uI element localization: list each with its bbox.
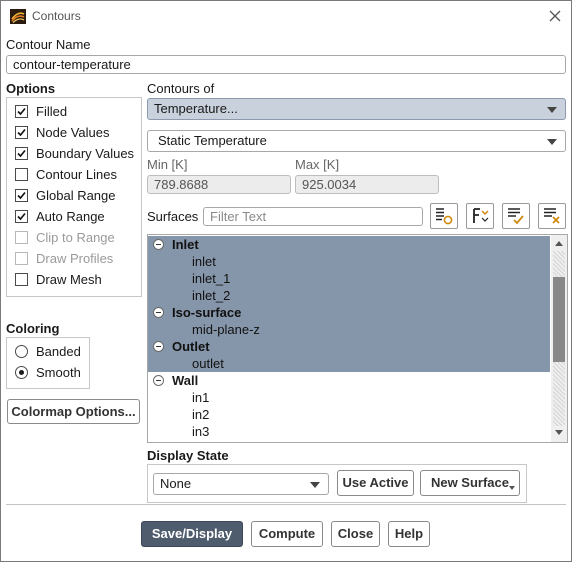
- title-bar: Contours: [1, 1, 571, 31]
- close-button[interactable]: Close: [331, 521, 380, 547]
- clip-to-range-label: Clip to Range: [36, 230, 115, 245]
- tree-item-in1[interactable]: in1: [148, 389, 550, 406]
- close-icon[interactable]: [547, 8, 563, 24]
- use-active-button[interactable]: Use Active: [337, 470, 414, 496]
- tree-group-iso-surface[interactable]: Iso-surface: [148, 304, 550, 321]
- colormap-options-button[interactable]: Colormap Options...: [7, 399, 140, 424]
- help-button[interactable]: Help: [388, 521, 430, 547]
- global-range-label: Global Range: [36, 188, 116, 203]
- deselect-all-icon[interactable]: [538, 203, 566, 229]
- banded-label: Banded: [36, 344, 81, 359]
- node-values-label: Node Values: [36, 125, 110, 140]
- tree-item-inlet-1[interactable]: inlet_1: [148, 270, 550, 287]
- chevron-down-icon: [547, 139, 557, 145]
- max-value-field: 925.0034: [295, 175, 439, 194]
- draw-profiles-label: Draw Profiles: [36, 251, 114, 266]
- coloring-label: Coloring: [6, 321, 60, 336]
- display-state-value: None: [160, 476, 192, 491]
- surfaces-filter-input[interactable]: Filter Text: [203, 207, 423, 226]
- options-label: Options: [6, 81, 56, 96]
- tree-item-inlet-2[interactable]: inlet_2: [148, 287, 550, 304]
- surfaces-tree: Inlet inlet inlet_1 inlet_2 Iso-surface …: [147, 234, 568, 443]
- tree-item-mid-plane-z[interactable]: mid-plane-z: [148, 321, 550, 338]
- contour-lines-label: Contour Lines: [36, 167, 117, 182]
- contour-name-input[interactable]: contour-temperature: [6, 55, 566, 74]
- smooth-label: Smooth: [36, 365, 81, 380]
- window-title: Contours: [32, 9, 81, 23]
- contour-name-label: Contour Name: [6, 37, 91, 52]
- contours-of-label: Contours of: [147, 81, 215, 96]
- scroll-down-icon[interactable]: [555, 430, 563, 435]
- surfaces-label: Surfaces: [147, 209, 199, 224]
- tree-group-wall[interactable]: Wall: [148, 372, 550, 389]
- max-label: Max [K]: [295, 157, 340, 172]
- collapse-icon[interactable]: [153, 239, 164, 250]
- chevron-down-icon: [310, 482, 320, 488]
- display-state-group: None Use Active New Surface: [147, 464, 527, 503]
- min-label: Min [K]: [147, 157, 188, 172]
- scroll-up-icon[interactable]: [555, 241, 563, 246]
- contours-of-category-value: Temperature...: [154, 101, 238, 116]
- footer-divider: [6, 504, 566, 505]
- app-logo-icon: [10, 9, 26, 24]
- save-display-button[interactable]: Save/Display: [141, 521, 243, 547]
- select-all-icon[interactable]: [502, 203, 530, 229]
- contours-of-quantity-value: Static Temperature: [158, 133, 267, 148]
- options-group: Filled Node Values Boundary Values Conto…: [6, 97, 142, 297]
- collapse-icon[interactable]: [153, 375, 164, 386]
- boundary-values-label: Boundary Values: [36, 146, 135, 161]
- surfaces-scrollbar[interactable]: [551, 235, 567, 442]
- tree-group-inlet[interactable]: Inlet: [148, 236, 550, 253]
- new-surface-label: New Surface: [430, 475, 510, 490]
- display-state-select[interactable]: None: [153, 473, 329, 495]
- compute-button[interactable]: Compute: [251, 521, 323, 547]
- chevron-down-icon: [547, 107, 557, 113]
- tree-item-in3[interactable]: in3: [148, 423, 550, 440]
- type-filter-icon[interactable]: [466, 203, 494, 229]
- tree-item-outlet[interactable]: outlet: [148, 355, 550, 372]
- contours-of-quantity-select[interactable]: Static Temperature: [147, 130, 566, 152]
- tree-item-in2[interactable]: in2: [148, 406, 550, 423]
- scrollbar-thumb[interactable]: [553, 277, 565, 362]
- contours-of-category-select[interactable]: Temperature...: [147, 98, 566, 120]
- tree-item-inlet[interactable]: inlet: [148, 253, 550, 270]
- new-surface-button[interactable]: New Surface: [420, 470, 520, 496]
- collapse-icon[interactable]: [153, 341, 164, 352]
- display-state-label: Display State: [147, 448, 229, 463]
- tree-group-outlet[interactable]: Outlet: [148, 338, 550, 355]
- dropdown-corner-icon: [509, 486, 515, 490]
- collapse-icon[interactable]: [153, 307, 164, 318]
- contours-dialog: Contours Contour Name contour-temperatur…: [0, 0, 572, 562]
- coloring-group: Banded Smooth: [6, 337, 90, 389]
- filled-label: Filled: [36, 104, 68, 119]
- draw-mesh-label: Draw Mesh: [36, 272, 102, 287]
- min-value-field: 789.8688: [147, 175, 291, 194]
- auto-range-label: Auto Range: [36, 209, 105, 224]
- new-surface-icon[interactable]: [430, 203, 458, 229]
